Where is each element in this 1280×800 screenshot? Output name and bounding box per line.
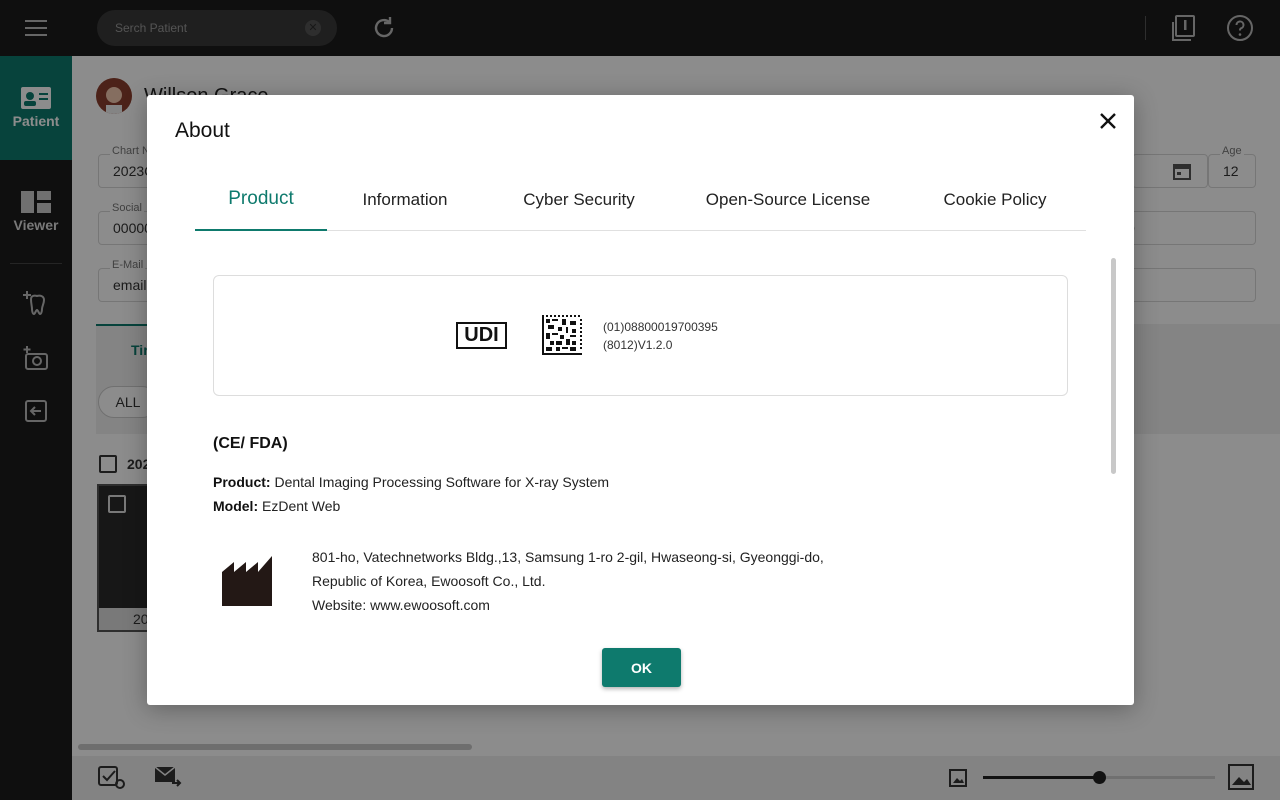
- udi-code-line1: (01)08800019700395: [603, 320, 718, 334]
- dialog-title: About: [175, 119, 230, 142]
- about-tabs: Product Information Cyber Security Open-…: [195, 169, 1086, 231]
- model-value: EzDent Web: [258, 498, 341, 514]
- udi-box: UDI (01)08800019700395 (8012)V1.2.0: [213, 275, 1068, 396]
- product-label: Product:: [213, 474, 271, 490]
- tab-open-source-license[interactable]: Open-Source License: [697, 169, 879, 231]
- address-line2: Republic of Korea, Ewoosoft Co., Ltd.: [312, 573, 546, 589]
- vertical-scrollbar[interactable]: [1111, 258, 1116, 474]
- udi-code-line2: (8012)V1.2.0: [603, 338, 673, 352]
- about-dialog: About Product Information Cyber Security…: [147, 95, 1134, 705]
- certification-title: (CE/ FDA): [213, 435, 288, 452]
- model-line: Model: EzDent Web: [213, 498, 340, 514]
- tab-information[interactable]: Information: [345, 169, 465, 231]
- product-value: Dental Imaging Processing Software for X…: [270, 474, 610, 490]
- tab-cookie-policy[interactable]: Cookie Policy: [925, 169, 1065, 231]
- manufacturer-icon: [222, 556, 272, 606]
- model-label: Model:: [213, 498, 259, 514]
- close-icon[interactable]: [1098, 111, 1118, 131]
- ok-button[interactable]: OK: [602, 648, 681, 687]
- address-line1: 801-ho, Vatechnetworks Bldg.,13, Samsung…: [312, 549, 824, 565]
- udi-label: UDI: [456, 322, 507, 349]
- manufacturer-info: 801-ho, Vatechnetworks Bldg.,13, Samsung…: [312, 545, 824, 617]
- product-line: Product: Dental Imaging Processing Softw…: [213, 474, 609, 490]
- product-panel: UDI (01)08800019700395 (8012)V1.2.0 (CE/…: [195, 232, 1086, 632]
- tab-cyber-security[interactable]: Cyber Security: [509, 169, 649, 231]
- website-text: Website: www.ewoosoft.com: [312, 597, 490, 613]
- datamatrix-code-icon: [542, 315, 582, 355]
- udi-code: (01)08800019700395 (8012)V1.2.0: [603, 318, 718, 354]
- app: Patient Viewer ✕ Wi: [0, 0, 1280, 800]
- tab-product[interactable]: Product: [195, 169, 327, 231]
